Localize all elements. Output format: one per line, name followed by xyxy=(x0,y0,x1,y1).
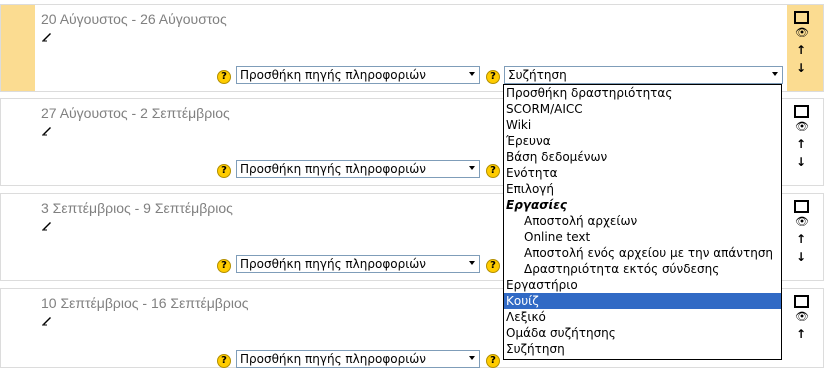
week-left-margin xyxy=(1,99,35,185)
eye-icon[interactable]: 👁 xyxy=(795,26,809,39)
dropdown-option[interactable]: Λεξικό xyxy=(504,309,781,325)
chevron-down-icon xyxy=(469,356,475,360)
week-left-margin xyxy=(1,5,35,91)
week-title: 3 Σεπτέμβριος - 9 Σεπτέμβριος xyxy=(41,200,233,216)
show-only-week-icon[interactable] xyxy=(794,295,809,308)
eye-icon[interactable]: 👁 xyxy=(795,120,809,133)
week-title: 27 Αύγουστος - 2 Σεπτέμβριος xyxy=(41,105,230,121)
move-down-icon[interactable]: ↓ xyxy=(796,61,806,75)
help-icon[interactable]: ? xyxy=(486,259,500,273)
help-icon[interactable]: ? xyxy=(217,70,231,84)
week-right-margin: 👁 ↑ ↓ xyxy=(787,194,823,280)
add-activity-select-value: Συζήτηση xyxy=(508,68,567,82)
show-only-week-icon[interactable] xyxy=(794,11,809,24)
help-icon[interactable]: ? xyxy=(486,354,500,368)
dropdown-option[interactable]: SCORM/AICC xyxy=(504,101,781,117)
dropdown-option[interactable]: Δραστηριότητα εκτός σύνδεσης xyxy=(504,261,781,277)
edit-summary-icon[interactable] xyxy=(41,219,53,231)
week-right-margin: 👁 ↑ ↓ xyxy=(787,99,823,185)
add-activity-select[interactable]: Συζήτηση xyxy=(504,66,783,84)
dropdown-option[interactable]: Online text xyxy=(504,229,781,245)
help-icon[interactable]: ? xyxy=(217,354,231,368)
add-resource-select[interactable]: Προσθήκη πηγής πληροφοριών xyxy=(236,160,480,178)
chevron-down-icon xyxy=(469,166,475,170)
move-up-icon[interactable]: ↑ xyxy=(796,232,806,246)
eye-icon[interactable]: 👁 xyxy=(795,215,809,228)
week-title: 10 Σεπτέμβριος - 16 Σεπτέμβριος xyxy=(41,295,249,311)
chevron-down-icon xyxy=(469,261,475,265)
dropdown-option[interactable]: Προσθήκη δραστηριότητας xyxy=(504,85,781,101)
dropdown-option[interactable]: Ενότητα xyxy=(504,165,781,181)
dropdown-optgroup: Εργασίες xyxy=(506,198,568,212)
week-right-margin: 👁 ↑ ↓ xyxy=(787,5,823,91)
edit-summary-icon[interactable] xyxy=(41,30,53,42)
move-up-icon[interactable]: ↑ xyxy=(796,137,806,151)
dropdown-option[interactable]: Βάση δεδομένων xyxy=(504,149,781,165)
dropdown-option[interactable]: Αποστολή ενός αρχείου με την απάντηση xyxy=(504,245,781,261)
week-title: 20 Αύγουστος - 26 Αύγουστος xyxy=(41,11,227,27)
help-icon[interactable]: ? xyxy=(486,70,500,84)
help-icon[interactable]: ? xyxy=(217,259,231,273)
move-down-icon[interactable]: ↓ xyxy=(796,155,806,169)
add-resource-select-value: Προσθήκη πηγής πληροφοριών xyxy=(240,162,426,176)
dropdown-option[interactable]: Επιλογή xyxy=(504,181,781,197)
activity-dropdown-list[interactable]: Προσθήκη δραστηριότητας SCORM/AICC Wiki Έρε… xyxy=(503,84,782,360)
add-resource-select[interactable]: Προσθήκη πηγής πληροφοριών xyxy=(236,255,480,273)
help-icon[interactable]: ? xyxy=(486,164,500,178)
edit-summary-icon[interactable] xyxy=(41,314,53,326)
move-up-icon[interactable]: ↑ xyxy=(796,43,806,57)
add-resource-select[interactable]: Προσθήκη πηγής πληροφοριών xyxy=(236,350,480,368)
add-resource-select-value: Προσθήκη πηγής πληροφοριών xyxy=(240,352,426,366)
chevron-down-icon xyxy=(772,72,778,76)
eye-icon[interactable]: 👁 xyxy=(795,310,809,323)
dropdown-option[interactable]: Αποστολή αρχείων xyxy=(504,213,781,229)
dropdown-option[interactable]: Εργαστήριο xyxy=(504,277,781,293)
dropdown-option[interactable]: Συζήτηση xyxy=(504,341,781,357)
show-only-week-icon[interactable] xyxy=(794,105,809,118)
week-right-margin: 👁 ↑ xyxy=(787,289,823,367)
week-section: 20 Αύγουστος - 26 Αύγουστος ? Προσθήκη π… xyxy=(0,4,824,92)
chevron-down-icon xyxy=(469,72,475,76)
move-up-icon[interactable]: ↑ xyxy=(796,327,806,341)
add-resource-select[interactable]: Προσθήκη πηγής πληροφοριών xyxy=(236,66,480,84)
dropdown-option[interactable]: Wiki xyxy=(504,117,781,133)
edit-summary-icon[interactable] xyxy=(41,124,53,136)
move-down-icon[interactable]: ↓ xyxy=(796,250,806,264)
dropdown-option[interactable]: Κουίζ xyxy=(504,293,781,309)
week-left-margin xyxy=(1,194,35,280)
add-resource-select-value: Προσθήκη πηγής πληροφοριών xyxy=(240,257,426,271)
add-resource-select-value: Προσθήκη πηγής πληροφοριών xyxy=(240,68,426,82)
week-left-margin xyxy=(1,289,35,367)
dropdown-option[interactable]: Έρευνα xyxy=(504,133,781,149)
dropdown-option[interactable]: Ομάδα συζήτησης xyxy=(504,325,781,341)
help-icon[interactable]: ? xyxy=(217,164,231,178)
show-only-week-icon[interactable] xyxy=(794,200,809,213)
